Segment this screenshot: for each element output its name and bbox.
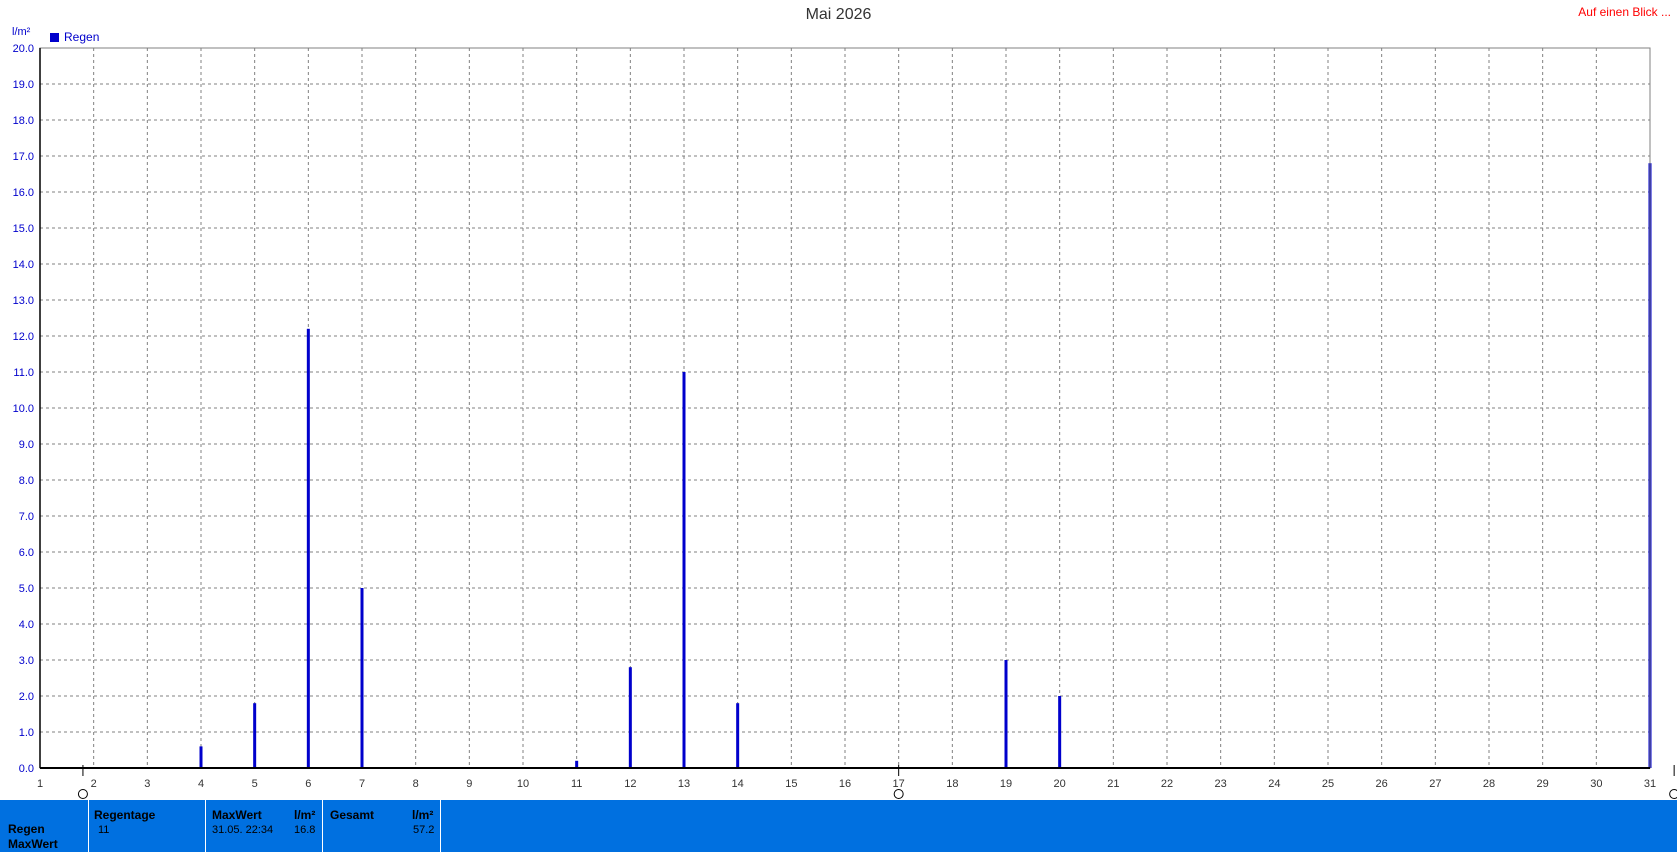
x-tick-label: 27 (1429, 778, 1441, 790)
x-tick-label: 12 (624, 778, 636, 790)
y-tick-label: 11.0 (13, 367, 34, 379)
y-tick-labels: 0.0 1.0 2.0 3.0 4.0 5.0 6.0 7.0 8.0 9.0 10.0 11.0 12… (13, 43, 34, 775)
x-tick-label: 13 (678, 778, 690, 790)
maxwert-unit: l/m² (294, 808, 316, 822)
x-tick-label: 7 (359, 778, 365, 790)
scroll-handle[interactable] (1669, 789, 1677, 799)
x-tick-label: 19 (1000, 778, 1012, 790)
y-tick-label: 15.0 (13, 223, 34, 235)
rain-bar (1058, 696, 1062, 768)
stats-panel: Regen MaxWert Regentage 11 MaxWert l/m² … (0, 800, 1677, 852)
y-tick-label: 7.0 (19, 511, 34, 523)
x-tick-label: 10 (517, 778, 529, 790)
x-tick-label: 23 (1215, 778, 1227, 790)
y-tick-label: 12.0 (13, 331, 34, 343)
rain-chart: 0.01.02.03.04.05.06.07.08.09.010.011.012… (13, 43, 1677, 799)
stats-divider (88, 800, 89, 852)
rain-bar (575, 760, 579, 768)
x-tick-label: 6 (305, 778, 311, 790)
rain-bar (360, 588, 364, 768)
y-tick-label: 1.0 (19, 727, 34, 739)
x-tick-label: 29 (1537, 778, 1549, 790)
y-tick-label: 17.0 (13, 151, 34, 163)
y-tick-label: 13.0 (13, 295, 34, 307)
x-tick-label: 14 (732, 778, 744, 790)
y-tick-label: 5.0 (19, 583, 34, 595)
maxwert-date: 31.05. 22:34 (212, 824, 274, 836)
rain-bar (199, 746, 203, 768)
x-tick-label: 20 (1054, 778, 1066, 790)
y-tick-label: 14.0 (13, 259, 34, 271)
gesamt-unit: l/m² (412, 808, 434, 822)
maxwert-value: 16.8 (294, 824, 316, 836)
y-tick-label: 2.0 (19, 691, 34, 703)
x-tick-label: 1 (37, 778, 43, 790)
x-tick-label: 9 (466, 778, 472, 790)
x-tick-label: 21 (1107, 778, 1119, 790)
x-tick-label: 17 (893, 778, 905, 790)
x-tick-label: 24 (1268, 778, 1280, 790)
x-tick-label: 25 (1322, 778, 1334, 790)
y-tick-label: 3.0 (19, 655, 34, 667)
x-tick-label: 3 (144, 778, 150, 790)
gesamt-header: Gesamt (330, 808, 375, 822)
x-tick-label: 31 (1644, 778, 1656, 790)
y-tick-label: 18.0 (13, 115, 34, 127)
rain-bar (306, 328, 310, 768)
x-tick-label: 8 (413, 778, 419, 790)
stats-divider (322, 800, 323, 852)
y-tick-label: 0.0 (19, 763, 34, 775)
stats-row-label-regen: Regen (8, 822, 45, 836)
stats-divider (205, 800, 206, 852)
y-tick-label: 6.0 (19, 547, 34, 559)
x-tick-label: 15 (785, 778, 797, 790)
gesamt-value: 57.2 (413, 824, 435, 836)
maxwert-header: MaxWert (212, 808, 262, 822)
y-tick-label: 9.0 (19, 439, 34, 451)
x-tick-label: 11 (571, 778, 582, 790)
x-tick-label: 18 (946, 778, 958, 790)
rain-bar (628, 667, 632, 768)
rain-bar (253, 703, 257, 768)
rain-bar (682, 372, 686, 768)
x-tick-label: 4 (198, 778, 204, 790)
y-tick-label: 4.0 (19, 619, 34, 631)
x-tick-label: 26 (1376, 778, 1388, 790)
stats-divider (440, 800, 441, 852)
x-tick-label: 5 (252, 778, 258, 790)
bars (199, 163, 1652, 768)
regentage-value: 11 (98, 824, 110, 836)
stats-row-label-maxwert: MaxWert (8, 837, 58, 851)
x-tick-label: 28 (1483, 778, 1495, 790)
y-tick-label: 16.0 (13, 187, 34, 199)
y-tick-label: 19.0 (13, 79, 34, 91)
y-tick-label: 10.0 (13, 403, 34, 415)
y-tick-label: 20.0 (13, 43, 34, 55)
x-tick-labels: 1 2 3 4 5 6 7 8 9 10 11 12 13 14 15 16 17 18 19 20 21 22 23 24 2… (37, 778, 1656, 790)
rain-bar (1004, 660, 1008, 768)
y-tick-label: 8.0 (19, 475, 34, 487)
grid (40, 48, 1650, 768)
scroll-handle[interactable] (77, 789, 88, 799)
x-tick-label: 22 (1161, 778, 1173, 790)
regentage-header: Regentage (94, 808, 156, 822)
x-tick-label: 16 (839, 778, 851, 790)
x-tick-label: 2 (91, 778, 97, 790)
x-tick-label: 30 (1590, 778, 1602, 790)
rain-bar (736, 703, 740, 768)
scroll-handle[interactable] (893, 789, 904, 799)
